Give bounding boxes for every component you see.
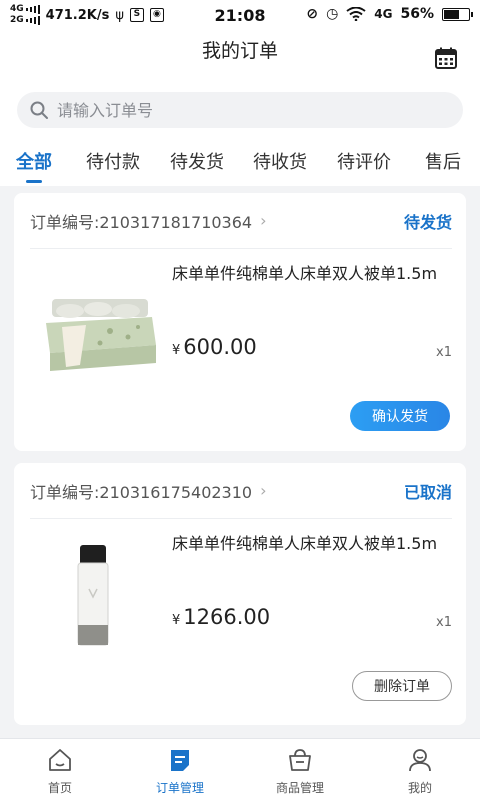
nav-products[interactable]: 商品管理 (240, 739, 360, 800)
product-image[interactable] (40, 537, 160, 657)
battery-icon (442, 7, 473, 21)
product-image[interactable] (40, 267, 160, 387)
status-bar: 4G 2G 471.2K/s ψ S ◉ 21:08 ⊘ ◷ 4G 56% (0, 0, 480, 32)
delete-order-button[interactable]: 删除订单 (352, 671, 452, 701)
order-number-link[interactable]: 订单编号:210316175402310 › (30, 479, 267, 503)
order-status: 已取消 (403, 482, 452, 502)
order-icon (171, 750, 189, 771)
product-name[interactable]: 床单单件纯棉单人床单双人被单1.5m (172, 533, 452, 555)
search-box[interactable] (17, 92, 463, 128)
header: 我的订单 (0, 32, 480, 84)
order-card: 订单编号:210317181710364 › 待发货 床单单件纯棉单人床单双人被… (14, 193, 466, 451)
calendar-icon[interactable] (434, 46, 458, 70)
product-quantity: x1 (436, 345, 452, 360)
price-amount: 600.00 (183, 335, 257, 359)
user-icon (409, 749, 431, 772)
order-status: 待发货 (403, 212, 452, 232)
product-price: ¥ 600.00 (172, 335, 257, 359)
nav-profile-label: 我的 (407, 781, 432, 795)
bottom-navigation: 首页 订单管理 商品管理 我的 (0, 738, 480, 800)
tab-pending-payment[interactable]: 待付款 (86, 136, 140, 174)
order-number: 订单编号:210317181710364 (30, 212, 253, 232)
search-bar (0, 84, 480, 136)
order-card-header: 订单编号:210316175402310 › 已取消 (30, 463, 452, 519)
nav-home-label: 首页 (47, 781, 72, 795)
price-amount: 1266.00 (183, 605, 271, 629)
tab-after-sales[interactable]: 售后 (425, 136, 461, 174)
currency-symbol: ¥ (172, 343, 181, 358)
nav-products-label: 商品管理 (275, 781, 324, 795)
basket-icon (289, 749, 311, 771)
status-right: ⊘ ◷ 4G 56% (306, 6, 473, 22)
tab-pending-shipment[interactable]: 待发货 (170, 136, 224, 174)
wifi-icon (346, 7, 366, 21)
battery-percent: 56% (400, 6, 434, 22)
net-type-label: 4G (374, 7, 393, 21)
nav-orders[interactable]: 订单管理 (120, 739, 240, 800)
currency-symbol: ¥ (172, 613, 181, 628)
tab-pending-review[interactable]: 待评价 (337, 136, 391, 174)
alarm-icon: ◷ (326, 6, 339, 22)
search-input[interactable] (57, 100, 437, 120)
confirm-shipment-button[interactable]: 确认发货 (350, 401, 450, 431)
product-name[interactable]: 床单单件纯棉单人床单双人被单1.5m (172, 263, 452, 285)
home-icon (49, 749, 71, 771)
order-number-link[interactable]: 订单编号:210317181710364 › (30, 209, 267, 233)
chevron-right-icon: › (260, 211, 267, 230)
order-card: 订单编号:210316175402310 › 已取消 床单单件纯棉单人床单双人被… (14, 463, 466, 725)
page-title: 我的订单 (201, 40, 278, 62)
order-number: 订单编号:210316175402310 (30, 482, 253, 502)
product-price: ¥ 1266.00 (172, 605, 270, 629)
tab-all[interactable]: 全部 (16, 136, 52, 183)
nav-profile[interactable]: 我的 (360, 739, 480, 800)
nav-home[interactable]: 首页 (0, 739, 120, 800)
order-card-header: 订单编号:210317181710364 › 待发货 (30, 193, 452, 249)
chevron-right-icon: › (260, 481, 267, 500)
search-icon (30, 101, 48, 119)
order-tabs: 全部 待付款 待发货 待收货 待评价 售后 (0, 136, 480, 186)
product-quantity: x1 (436, 615, 452, 630)
tab-pending-receipt[interactable]: 待收货 (253, 136, 307, 174)
mute-icon: ⊘ (306, 6, 319, 22)
nav-orders-label: 订单管理 (155, 781, 204, 795)
